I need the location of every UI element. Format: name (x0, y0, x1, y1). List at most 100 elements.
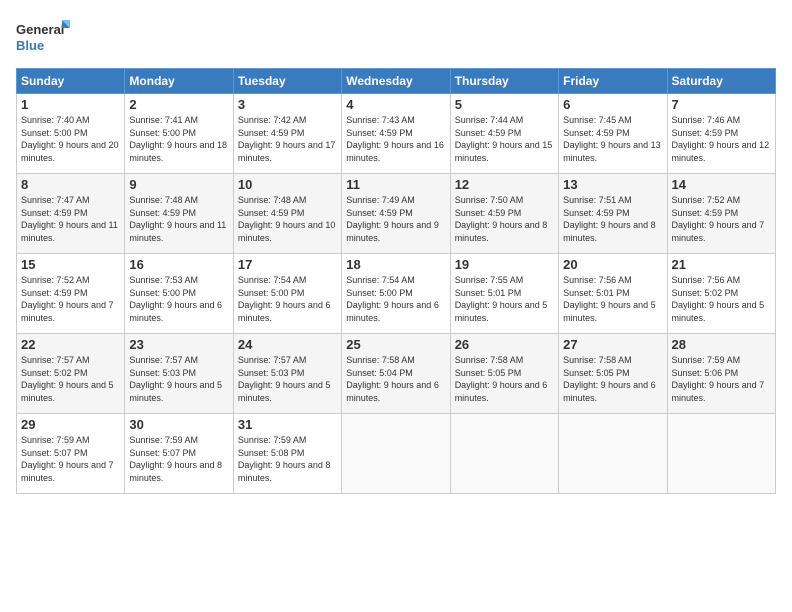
weekday-header-sunday: Sunday (17, 69, 125, 94)
week-row-2: 8 Sunrise: 7:47 AM Sunset: 4:59 PM Dayli… (17, 174, 776, 254)
day-info: Sunrise: 7:48 AM Sunset: 4:59 PM Dayligh… (129, 194, 228, 244)
table-row: 17 Sunrise: 7:54 AM Sunset: 5:00 PM Dayl… (233, 254, 341, 334)
day-info: Sunrise: 7:43 AM Sunset: 4:59 PM Dayligh… (346, 114, 445, 164)
table-row: 21 Sunrise: 7:56 AM Sunset: 5:02 PM Dayl… (667, 254, 775, 334)
day-info: Sunrise: 7:53 AM Sunset: 5:00 PM Dayligh… (129, 274, 228, 324)
week-row-4: 22 Sunrise: 7:57 AM Sunset: 5:02 PM Dayl… (17, 334, 776, 414)
table-row: 24 Sunrise: 7:57 AM Sunset: 5:03 PM Dayl… (233, 334, 341, 414)
table-row: 31 Sunrise: 7:59 AM Sunset: 5:08 PM Dayl… (233, 414, 341, 494)
day-info: Sunrise: 7:59 AM Sunset: 5:08 PM Dayligh… (238, 434, 337, 484)
day-number: 2 (129, 97, 228, 112)
table-row: 7 Sunrise: 7:46 AM Sunset: 4:59 PM Dayli… (667, 94, 775, 174)
day-info: Sunrise: 7:54 AM Sunset: 5:00 PM Dayligh… (238, 274, 337, 324)
table-row: 8 Sunrise: 7:47 AM Sunset: 4:59 PM Dayli… (17, 174, 125, 254)
day-info: Sunrise: 7:46 AM Sunset: 4:59 PM Dayligh… (672, 114, 771, 164)
day-info: Sunrise: 7:42 AM Sunset: 4:59 PM Dayligh… (238, 114, 337, 164)
table-row: 1 Sunrise: 7:40 AM Sunset: 5:00 PM Dayli… (17, 94, 125, 174)
table-row: 19 Sunrise: 7:55 AM Sunset: 5:01 PM Dayl… (450, 254, 558, 334)
table-row: 16 Sunrise: 7:53 AM Sunset: 5:00 PM Dayl… (125, 254, 233, 334)
weekday-header-thursday: Thursday (450, 69, 558, 94)
day-number: 29 (21, 417, 120, 432)
day-info: Sunrise: 7:57 AM Sunset: 5:03 PM Dayligh… (129, 354, 228, 404)
table-row: 6 Sunrise: 7:45 AM Sunset: 4:59 PM Dayli… (559, 94, 667, 174)
day-number: 10 (238, 177, 337, 192)
day-info: Sunrise: 7:50 AM Sunset: 4:59 PM Dayligh… (455, 194, 554, 244)
page-header: General Blue (16, 16, 776, 58)
weekday-header-friday: Friday (559, 69, 667, 94)
day-info: Sunrise: 7:57 AM Sunset: 5:02 PM Dayligh… (21, 354, 120, 404)
day-info: Sunrise: 7:48 AM Sunset: 4:59 PM Dayligh… (238, 194, 337, 244)
day-number: 30 (129, 417, 228, 432)
weekday-header-saturday: Saturday (667, 69, 775, 94)
day-info: Sunrise: 7:52 AM Sunset: 4:59 PM Dayligh… (21, 274, 120, 324)
day-info: Sunrise: 7:56 AM Sunset: 5:01 PM Dayligh… (563, 274, 662, 324)
day-info: Sunrise: 7:54 AM Sunset: 5:00 PM Dayligh… (346, 274, 445, 324)
day-number: 9 (129, 177, 228, 192)
day-info: Sunrise: 7:57 AM Sunset: 5:03 PM Dayligh… (238, 354, 337, 404)
day-number: 26 (455, 337, 554, 352)
svg-text:Blue: Blue (16, 38, 44, 53)
table-row: 26 Sunrise: 7:58 AM Sunset: 5:05 PM Dayl… (450, 334, 558, 414)
week-row-3: 15 Sunrise: 7:52 AM Sunset: 4:59 PM Dayl… (17, 254, 776, 334)
table-row: 27 Sunrise: 7:58 AM Sunset: 5:05 PM Dayl… (559, 334, 667, 414)
day-number: 25 (346, 337, 445, 352)
svg-text:General: General (16, 22, 64, 37)
day-info: Sunrise: 7:58 AM Sunset: 5:05 PM Dayligh… (455, 354, 554, 404)
table-row: 2 Sunrise: 7:41 AM Sunset: 5:00 PM Dayli… (125, 94, 233, 174)
calendar-table: SundayMondayTuesdayWednesdayThursdayFrid… (16, 68, 776, 494)
day-info: Sunrise: 7:51 AM Sunset: 4:59 PM Dayligh… (563, 194, 662, 244)
day-number: 23 (129, 337, 228, 352)
day-info: Sunrise: 7:59 AM Sunset: 5:06 PM Dayligh… (672, 354, 771, 404)
table-row: 11 Sunrise: 7:49 AM Sunset: 4:59 PM Dayl… (342, 174, 450, 254)
table-row: 15 Sunrise: 7:52 AM Sunset: 4:59 PM Dayl… (17, 254, 125, 334)
day-number: 4 (346, 97, 445, 112)
day-info: Sunrise: 7:58 AM Sunset: 5:04 PM Dayligh… (346, 354, 445, 404)
weekday-header-wednesday: Wednesday (342, 69, 450, 94)
table-row: 9 Sunrise: 7:48 AM Sunset: 4:59 PM Dayli… (125, 174, 233, 254)
table-row: 12 Sunrise: 7:50 AM Sunset: 4:59 PM Dayl… (450, 174, 558, 254)
logo: General Blue (16, 16, 72, 58)
table-row (450, 414, 558, 494)
day-number: 27 (563, 337, 662, 352)
day-number: 24 (238, 337, 337, 352)
table-row: 23 Sunrise: 7:57 AM Sunset: 5:03 PM Dayl… (125, 334, 233, 414)
day-number: 11 (346, 177, 445, 192)
weekday-header-monday: Monday (125, 69, 233, 94)
day-number: 18 (346, 257, 445, 272)
day-number: 17 (238, 257, 337, 272)
day-info: Sunrise: 7:58 AM Sunset: 5:05 PM Dayligh… (563, 354, 662, 404)
day-info: Sunrise: 7:41 AM Sunset: 5:00 PM Dayligh… (129, 114, 228, 164)
day-number: 5 (455, 97, 554, 112)
day-info: Sunrise: 7:52 AM Sunset: 4:59 PM Dayligh… (672, 194, 771, 244)
weekday-header-tuesday: Tuesday (233, 69, 341, 94)
table-row: 18 Sunrise: 7:54 AM Sunset: 5:00 PM Dayl… (342, 254, 450, 334)
calendar-body: 1 Sunrise: 7:40 AM Sunset: 5:00 PM Dayli… (17, 94, 776, 494)
table-row: 13 Sunrise: 7:51 AM Sunset: 4:59 PM Dayl… (559, 174, 667, 254)
table-row (667, 414, 775, 494)
day-number: 22 (21, 337, 120, 352)
day-info: Sunrise: 7:56 AM Sunset: 5:02 PM Dayligh… (672, 274, 771, 324)
table-row: 22 Sunrise: 7:57 AM Sunset: 5:02 PM Dayl… (17, 334, 125, 414)
table-row: 10 Sunrise: 7:48 AM Sunset: 4:59 PM Dayl… (233, 174, 341, 254)
day-number: 6 (563, 97, 662, 112)
day-number: 1 (21, 97, 120, 112)
day-info: Sunrise: 7:45 AM Sunset: 4:59 PM Dayligh… (563, 114, 662, 164)
day-info: Sunrise: 7:59 AM Sunset: 5:07 PM Dayligh… (21, 434, 120, 484)
day-number: 7 (672, 97, 771, 112)
day-number: 15 (21, 257, 120, 272)
table-row: 4 Sunrise: 7:43 AM Sunset: 4:59 PM Dayli… (342, 94, 450, 174)
table-row (559, 414, 667, 494)
week-row-1: 1 Sunrise: 7:40 AM Sunset: 5:00 PM Dayli… (17, 94, 776, 174)
table-row: 3 Sunrise: 7:42 AM Sunset: 4:59 PM Dayli… (233, 94, 341, 174)
table-row: 30 Sunrise: 7:59 AM Sunset: 5:07 PM Dayl… (125, 414, 233, 494)
day-number: 21 (672, 257, 771, 272)
week-row-5: 29 Sunrise: 7:59 AM Sunset: 5:07 PM Dayl… (17, 414, 776, 494)
day-number: 19 (455, 257, 554, 272)
table-row: 28 Sunrise: 7:59 AM Sunset: 5:06 PM Dayl… (667, 334, 775, 414)
day-number: 31 (238, 417, 337, 432)
table-row: 5 Sunrise: 7:44 AM Sunset: 4:59 PM Dayli… (450, 94, 558, 174)
day-info: Sunrise: 7:47 AM Sunset: 4:59 PM Dayligh… (21, 194, 120, 244)
weekday-header-row: SundayMondayTuesdayWednesdayThursdayFrid… (17, 69, 776, 94)
day-info: Sunrise: 7:44 AM Sunset: 4:59 PM Dayligh… (455, 114, 554, 164)
day-number: 16 (129, 257, 228, 272)
